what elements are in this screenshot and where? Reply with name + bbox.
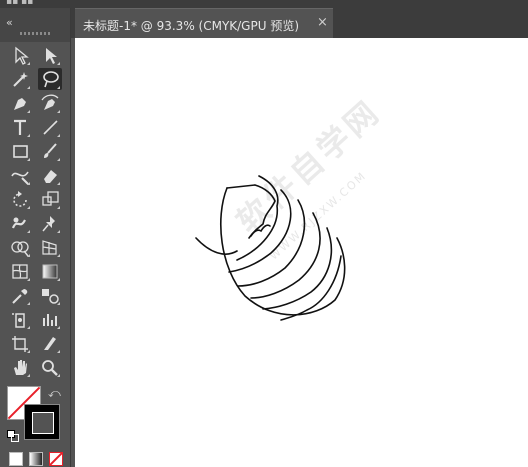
column-graph-tool[interactable]: [38, 308, 62, 330]
pin-icon: [42, 216, 60, 233]
swap-fill-stroke-icon[interactable]: ⤺: [48, 386, 61, 401]
zoom-tool[interactable]: [38, 356, 62, 378]
pen-tool[interactable]: [8, 92, 32, 114]
document-tab[interactable]: 未标题-1* @ 93.3% (CMYK/GPU 预览) ×: [75, 8, 333, 39]
curvature-tool[interactable]: [38, 92, 62, 114]
arrow-outline-icon: [15, 46, 30, 65]
mesh-icon: [12, 264, 30, 281]
blend-tool[interactable]: [38, 284, 62, 306]
lasso-icon: [43, 71, 60, 89]
symbol-sprayer-tool[interactable]: [8, 308, 32, 330]
pen-icon: [14, 98, 30, 113]
rectangle-icon: [13, 145, 30, 161]
gradient-mode-button[interactable]: [29, 452, 43, 466]
warp-icon: [11, 217, 30, 233]
paintbrush-tool[interactable]: [38, 140, 62, 162]
arrow-filled-icon: [46, 48, 60, 65]
stroke-line-4: [237, 199, 306, 287]
close-tab-icon[interactable]: ×: [317, 15, 328, 30]
stroke-color-swatch[interactable]: [24, 404, 60, 440]
type-icon: [14, 119, 30, 137]
line-segment-tool[interactable]: [38, 116, 62, 138]
shaper-tool[interactable]: [8, 164, 32, 186]
leaf-outline-path: [219, 187, 346, 316]
mesh-tool[interactable]: [8, 260, 32, 282]
selection-tool[interactable]: [8, 44, 32, 66]
color-mode-button[interactable]: [9, 452, 23, 466]
scale-tool[interactable]: [38, 188, 62, 210]
warp-tool[interactable]: [8, 212, 32, 234]
perspective-icon: [42, 240, 60, 257]
magic-wand-icon: [13, 72, 30, 89]
gradient-tool[interactable]: [38, 260, 62, 282]
stroke-line-6: [262, 227, 333, 310]
stroke-line-2: [236, 175, 279, 261]
menu-bar-remnant: ▪▪ ▪▪: [0, 0, 528, 8]
brush-icon: [44, 143, 60, 161]
bar-graph-icon: [43, 314, 60, 329]
knife-icon: [44, 337, 60, 353]
document-tab-title: 未标题-1* @ 93.3% (CMYK/GPU 预览): [83, 19, 300, 33]
rotate-icon: [13, 191, 30, 209]
menu-glyph: ▪▪ ▪▪: [6, 0, 34, 7]
puppet-warp-tool[interactable]: [38, 212, 62, 234]
shape-builder-icon: [11, 241, 30, 257]
shape-builder-tool[interactable]: [8, 236, 32, 258]
symbol-sprayer-icon: [12, 313, 30, 329]
blend-icon: [42, 289, 60, 305]
artwork[interactable]: [75, 38, 528, 467]
tools-panel-header: «: [0, 8, 70, 42]
eyedropper-tool[interactable]: [8, 284, 32, 306]
rectangle-tool[interactable]: [8, 140, 32, 162]
direct-selection-tool[interactable]: [38, 44, 62, 66]
slice-tool[interactable]: [38, 332, 62, 354]
perspective-grid-tool[interactable]: [38, 236, 62, 258]
stroke-line-1: [195, 237, 238, 255]
leaf-top-path: [226, 184, 276, 239]
shaper-icon: [11, 171, 30, 185]
tools-panel: « ⤺: [0, 8, 71, 467]
artboard-canvas[interactable]: 软件自学网 WWW.RJZXW.COM: [75, 38, 528, 467]
lasso-tool[interactable]: [38, 68, 62, 90]
collapse-panel-button[interactable]: «: [6, 16, 13, 29]
eyedropper-icon: [12, 289, 30, 305]
zoom-icon: [42, 360, 60, 377]
type-tool[interactable]: [8, 116, 32, 138]
panel-grip[interactable]: [20, 32, 52, 35]
eraser-tool[interactable]: [38, 164, 62, 186]
scale-icon: [42, 191, 60, 209]
curvature-pen-icon: [41, 94, 60, 113]
eraser-icon: [44, 170, 60, 185]
magic-wand-tool[interactable]: [8, 68, 32, 90]
none-mode-button[interactable]: [49, 452, 63, 466]
artboard-icon: [12, 336, 30, 353]
default-fill-stroke-icon[interactable]: [7, 430, 19, 442]
hand-tool[interactable]: [8, 356, 32, 378]
artboard-tool[interactable]: [8, 332, 32, 354]
document-tab-bar: 未标题-1* @ 93.3% (CMYK/GPU 预览) ×: [71, 8, 528, 39]
hand-icon: [14, 360, 30, 377]
gradient-icon: [42, 264, 60, 281]
line-icon: [43, 120, 60, 137]
rotate-tool[interactable]: [8, 188, 32, 210]
